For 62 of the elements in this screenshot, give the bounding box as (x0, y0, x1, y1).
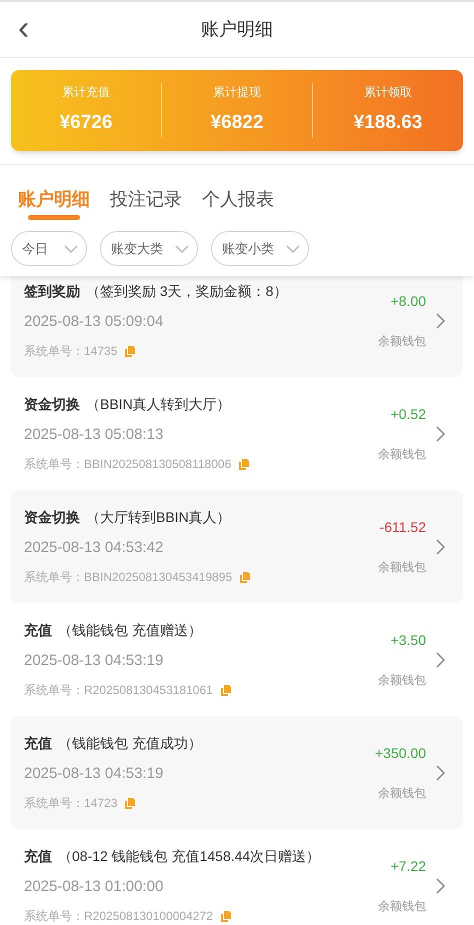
wallet-label: 余额钱包 (378, 559, 426, 576)
order-number: 系统单号：14723 (24, 795, 118, 812)
filter-dropdown[interactable]: 今日 (11, 231, 87, 266)
record-title: 充值 （08-12 钱能钱包 充值1458.44次日赠送） (24, 846, 322, 866)
copy-icon[interactable] (240, 572, 250, 583)
wallet-label: 余额钱包 (378, 898, 426, 915)
summary-value: ¥6822 (210, 111, 264, 136)
record-time: 2025-08-13 01:00:00 (24, 876, 164, 897)
order-number: 系统单号：R202508130453181061 (24, 682, 213, 700)
summary-value: ¥6726 (60, 111, 112, 136)
chevron-right-icon (436, 764, 445, 780)
order-number: 系统单号：R202508130100004272 (24, 908, 213, 925)
chevron-down-icon (175, 244, 189, 252)
summary-value: ¥188.63 (354, 111, 422, 136)
record-card[interactable]: 签到奖励 （签到奖励 3天，奖励金额：8） 2025-08-13 05:09:04 系统单号：14735 +8.00 余额钱包 (11, 276, 463, 377)
record-title: 资金切换 （BBIN真人转到大厅） (24, 394, 232, 414)
summary-label: 累计提现 (213, 84, 261, 102)
record-amount: +8.00 (390, 292, 426, 311)
copy-icon[interactable] (220, 684, 231, 696)
chevron-down-icon (286, 244, 300, 252)
summary-label: 累计充值 (62, 84, 110, 102)
copy-icon[interactable] (125, 346, 136, 357)
tab[interactable]: 投注记录 (110, 180, 182, 218)
record-amount: +350.00 (375, 744, 426, 763)
record-amount: +0.52 (390, 405, 426, 424)
record-time: 2025-08-13 05:08:13 (24, 424, 164, 445)
record-amount: -611.52 (380, 518, 426, 537)
record-title: 资金切换 （大厅转到BBIN真人） (24, 508, 232, 527)
filter-dropdown[interactable]: 账变大类 (100, 231, 198, 266)
chevron-right-icon (436, 426, 445, 442)
filter-dropdown[interactable]: 账变小类 (211, 231, 309, 266)
wallet-label: 余额钱包 (378, 672, 426, 689)
back-button[interactable]: ‹ (18, 10, 30, 48)
chevron-right-icon (436, 538, 445, 554)
chevron-down-icon (64, 244, 78, 252)
summary-label: 累计领取 (364, 84, 412, 102)
order-number: 系统单号：BBIN202508130508118006 (24, 456, 232, 474)
tab-indicator (28, 215, 80, 220)
wallet-label: 余额钱包 (378, 333, 426, 350)
copy-icon[interactable] (239, 458, 250, 470)
page-title: 账户明细 (201, 18, 273, 41)
chevron-right-icon (436, 312, 445, 328)
wallet-label: 余额钱包 (378, 785, 426, 802)
record-card[interactable]: 充值 （钱能钱包 充值成功） 2025-08-13 04:53:19 系统单号：14723 +350.00 余额钱包 (11, 716, 463, 829)
tab[interactable]: 个人报表 (202, 180, 274, 218)
chevron-right-icon (436, 652, 445, 668)
order-number: 系统单号：BBIN202508130453419895 (24, 569, 232, 586)
chevron-right-icon (436, 878, 445, 894)
record-card[interactable]: 资金切换 （大厅转到BBIN真人） 2025-08-13 04:53:42 系统单号：BBIN202508130453419895 -611.52 余额钱包 (11, 490, 463, 603)
record-time: 2025-08-13 05:09:04 (24, 312, 164, 332)
record-time: 2025-08-13 04:53:19 (24, 764, 164, 784)
order-number: 系统单号：14735 (24, 343, 118, 360)
record-title: 签到奖励 （签到奖励 3天，奖励金额：8） (24, 282, 288, 301)
record-title: 充值 （钱能钱包 充值赠送） (24, 620, 203, 640)
wallet-label: 余额钱包 (378, 446, 426, 463)
record-title: 充值 （钱能钱包 充值成功） (24, 734, 203, 753)
record-time: 2025-08-13 04:53:42 (24, 538, 164, 558)
record-amount: +3.50 (390, 631, 426, 650)
record-amount: +7.22 (390, 857, 426, 876)
record-time: 2025-08-13 04:53:19 (24, 650, 164, 671)
copy-icon[interactable] (125, 798, 136, 809)
copy-icon[interactable] (220, 910, 231, 922)
